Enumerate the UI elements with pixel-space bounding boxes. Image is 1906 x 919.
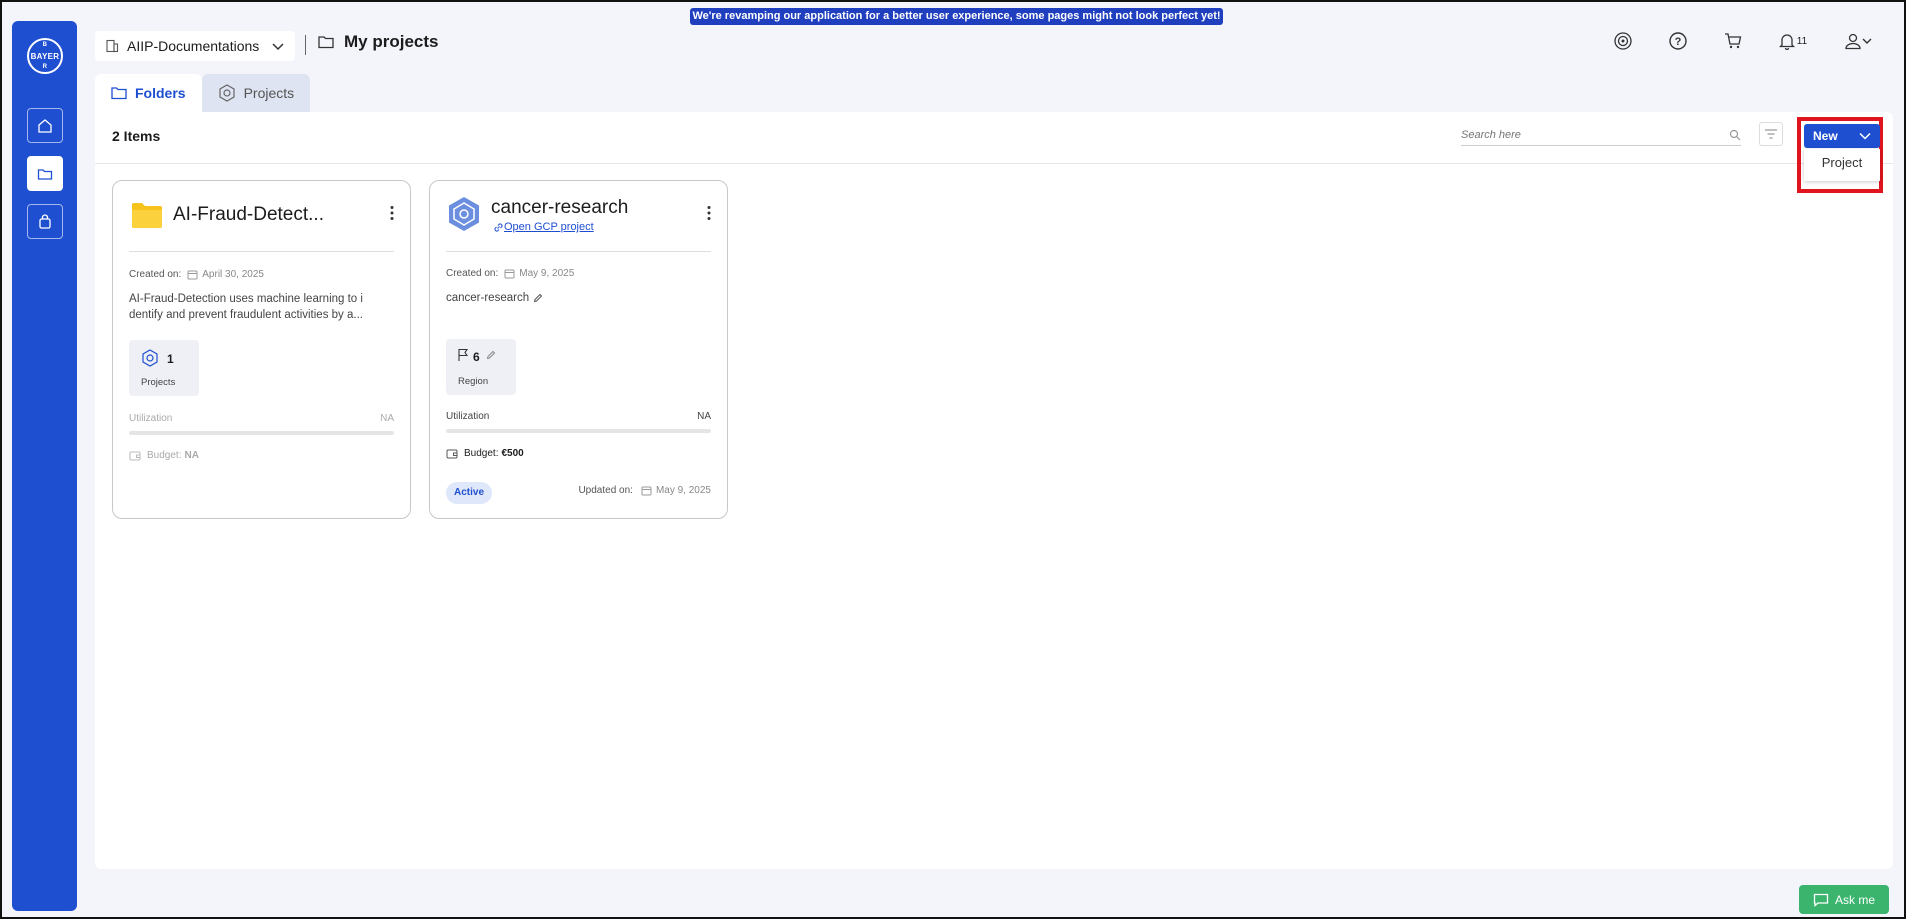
toolbar-divider: [95, 163, 1893, 164]
card-title[interactable]: cancer-research: [491, 197, 628, 219]
new-button-highlight: New Project: [1797, 117, 1883, 193]
updated-on: Updated on: May 9, 2025: [578, 485, 711, 496]
chat-icon: [1813, 893, 1829, 907]
header-divider: [305, 35, 306, 55]
card-divider: [446, 251, 711, 252]
svg-text:?: ?: [1675, 36, 1682, 48]
new-button[interactable]: New: [1804, 124, 1880, 148]
flag-icon: [458, 348, 469, 361]
project-card[interactable]: cancer-research Open GCP project Created…: [429, 180, 728, 519]
help-icon: ?: [1669, 32, 1687, 50]
org-select-label: AIIP-Documentations: [127, 38, 260, 54]
kebab-menu-icon: [390, 206, 394, 220]
region-count-box: 6 Region: [446, 339, 516, 395]
utilization-bar: [129, 431, 394, 435]
link-icon: [494, 222, 503, 232]
project-hex-icon: [142, 349, 158, 367]
user-icon: [1845, 33, 1861, 50]
tab-projects[interactable]: Projects: [201, 74, 311, 112]
sidebar-item-home[interactable]: [27, 108, 63, 143]
more-options-button[interactable]: [707, 205, 711, 226]
card-title[interactable]: AI-Fraud-Detect...: [173, 204, 324, 226]
building-icon: [106, 39, 119, 53]
home-icon: [38, 118, 52, 133]
utilization-row: Utilization NA: [129, 413, 394, 424]
sidebar-item-shop[interactable]: [27, 204, 63, 239]
bell-icon: [1778, 34, 1795, 50]
sidebar: B BAYER R: [12, 21, 77, 911]
main-panel: 2 Items AI-Fraud-Detect... Created on: A…: [95, 112, 1893, 869]
folder-icon: [37, 168, 53, 180]
tab-bar: Folders Projects: [95, 74, 311, 112]
status-badge: Active: [446, 482, 493, 504]
page-title: My projects: [318, 32, 438, 52]
folder-card[interactable]: AI-Fraud-Detect... Created on: April 30,…: [112, 180, 411, 519]
budget-row: Budget: €500: [446, 448, 524, 459]
wallet-icon: [129, 451, 141, 461]
open-gcp-project-link[interactable]: Open GCP project: [493, 221, 594, 233]
tab-folders[interactable]: Folders: [95, 74, 202, 112]
calendar-icon: [504, 269, 515, 279]
utilization-bar: [446, 429, 711, 433]
bayer-logo[interactable]: B BAYER R: [27, 38, 63, 74]
chevron-down-icon: [1859, 132, 1871, 140]
bag-icon: [39, 213, 51, 229]
pencil-icon[interactable]: [486, 350, 496, 360]
target-icon: [1614, 32, 1632, 50]
calendar-icon: [187, 270, 198, 280]
search-field[interactable]: [1461, 124, 1741, 146]
help-button[interactable]: ?: [1667, 30, 1689, 52]
folder-icon: [111, 87, 127, 100]
kebab-menu-icon: [707, 206, 711, 220]
ask-me-button[interactable]: Ask me: [1799, 885, 1889, 914]
new-menu-item-project[interactable]: Project: [1804, 149, 1880, 181]
chevron-down-icon: [272, 43, 284, 51]
search-input[interactable]: [1461, 128, 1701, 141]
project-hex-icon: [218, 84, 235, 102]
card-divider: [129, 251, 394, 252]
filter-button[interactable]: [1759, 122, 1783, 146]
items-count: 2 Items: [112, 128, 161, 144]
cart-icon: [1725, 33, 1742, 49]
card-description: cancer-research: [446, 290, 711, 306]
revamp-banner: We're revamping our application for a be…: [690, 8, 1223, 25]
notifications-button[interactable]: 11: [1777, 30, 1809, 52]
folder-open-icon: [318, 36, 334, 49]
aiip-button[interactable]: [1612, 30, 1634, 52]
filter-icon: [1765, 129, 1777, 139]
project-hex-icon: [449, 197, 479, 231]
header-actions: ? 11: [1579, 30, 1874, 52]
utilization-row: Utilization NA: [446, 411, 711, 422]
search-icon: [1729, 129, 1741, 140]
cart-button[interactable]: [1722, 30, 1744, 52]
created-on: Created on: May 9, 2025: [446, 268, 575, 279]
more-options-button[interactable]: [390, 205, 394, 226]
created-on: Created on: April 30, 2025: [129, 269, 264, 280]
chevron-down-icon: [1862, 38, 1872, 44]
org-select[interactable]: AIIP-Documentations: [95, 31, 295, 61]
projects-count-box: 1 Projects: [129, 340, 199, 396]
calendar-icon: [641, 486, 652, 496]
wallet-icon: [446, 449, 458, 459]
budget-row: Budget: NA: [129, 450, 199, 461]
user-menu-button[interactable]: [1842, 30, 1874, 52]
sidebar-item-folders[interactable]: [27, 156, 63, 191]
folder-icon: [132, 203, 162, 228]
card-description: AI-Fraud-Detection uses machine learning…: [129, 293, 363, 321]
notification-count: 11: [1796, 35, 1808, 47]
pencil-icon[interactable]: [533, 293, 543, 303]
